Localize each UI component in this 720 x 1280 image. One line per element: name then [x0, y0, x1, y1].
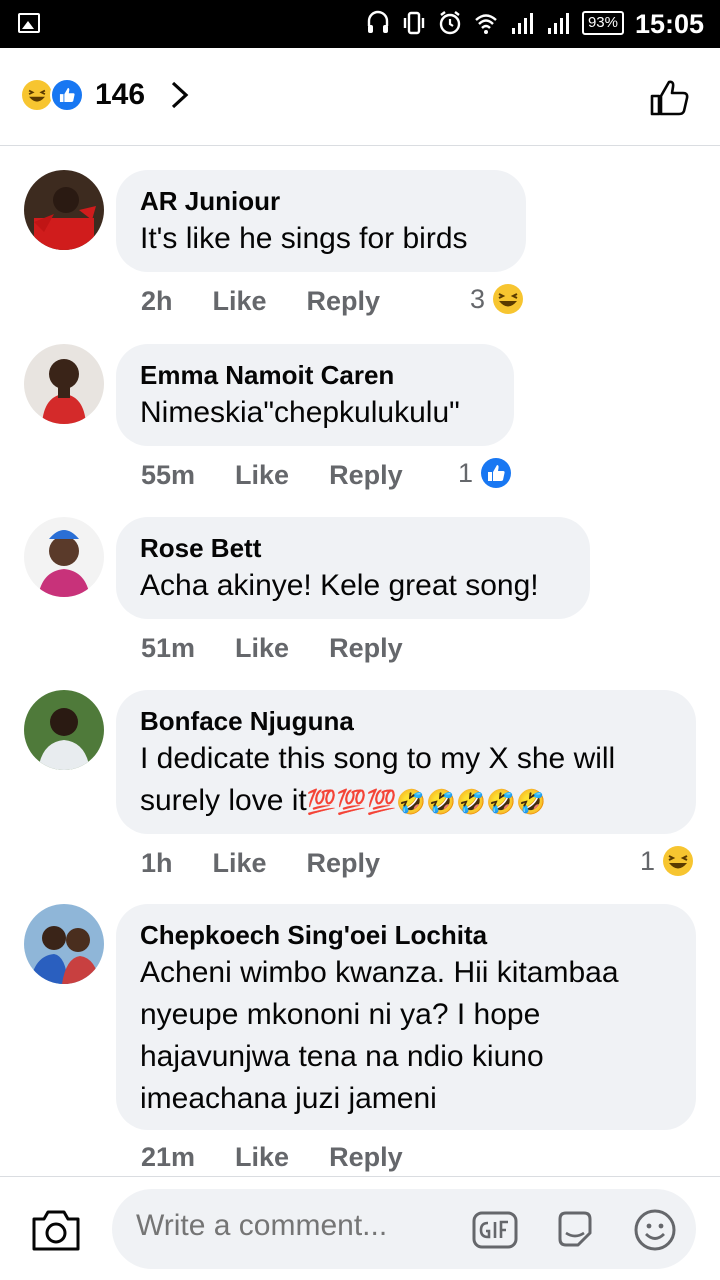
screen: 93% 15:05 146 AR Juniour It's like he si… — [0, 0, 720, 1280]
comment-author[interactable]: AR Juniour — [140, 184, 502, 218]
comment-time[interactable]: 1h — [141, 848, 173, 879]
comment-text: Nimeskia"chepkulukulu" — [140, 396, 460, 429]
rofl-emoji: 🤣 — [486, 789, 516, 816]
comment-text: It's like he sings for birds — [140, 222, 468, 255]
signal-icon-2 — [547, 13, 569, 34]
comment-text-line: hajavunjwa tena na ndio kiuno — [140, 1040, 544, 1073]
hundred-points-emoji: 💯 — [336, 789, 367, 816]
avatar[interactable] — [24, 344, 104, 424]
status-bar: 93% 15:05 — [0, 0, 720, 48]
like-action[interactable]: Like — [235, 633, 289, 664]
rofl-emoji: 🤣 — [396, 789, 427, 816]
comment-input[interactable] — [136, 1209, 456, 1243]
comment-text-fragment: surely love it — [140, 784, 307, 817]
comment-bubble[interactable]: AR Juniour It's like he sings for birds — [116, 170, 526, 272]
gif-icon[interactable] — [472, 1207, 518, 1253]
reply-action[interactable]: Reply — [307, 286, 381, 317]
comment-text-line: I dedicate this song to my X she will — [140, 742, 616, 775]
comment-actions: 1h Like Reply — [141, 848, 380, 879]
haha-emoji-icon — [493, 284, 524, 314]
reaction-count[interactable]: 146 — [95, 78, 145, 112]
comment-text-line: nyeupe mkononi ni ya? I hope — [140, 998, 541, 1031]
comment-author[interactable]: Chepkoech Sing'oei Lochita — [140, 918, 672, 952]
reactions-summary[interactable] — [20, 78, 88, 112]
gallery-notification-icon — [18, 13, 40, 33]
like-emoji-icon — [50, 78, 84, 112]
haha-emoji-icon — [663, 846, 694, 876]
hundred-points-emoji: 💯 — [306, 789, 337, 816]
comment-reaction[interactable]: 1 — [458, 456, 513, 490]
comment-bubble[interactable]: Rose Bett Acha akinye! Kele great song! — [116, 517, 590, 619]
alarm-icon — [439, 11, 461, 35]
haha-emoji-icon — [20, 78, 54, 112]
vibrate-icon — [403, 11, 425, 35]
comment-time[interactable]: 51m — [141, 633, 195, 664]
comment-text-line: imeachana juzi jameni — [140, 1082, 437, 1115]
status-icons: 93% — [366, 10, 624, 36]
avatar[interactable] — [24, 517, 104, 597]
reply-action[interactable]: Reply — [329, 1142, 403, 1173]
comment-time[interactable]: 55m — [141, 460, 195, 491]
like-emoji-icon — [481, 458, 512, 488]
like-action[interactable]: Like — [213, 286, 267, 317]
like-action[interactable]: Like — [213, 848, 267, 879]
hundred-points-emoji: 💯 — [366, 789, 397, 816]
comment-reaction[interactable]: 3 — [470, 282, 525, 316]
comment-actions: 21m Like Reply — [141, 1142, 403, 1173]
chevron-right-icon[interactable] — [168, 78, 192, 112]
comment-bubble[interactable]: Bonface Njuguna I dedicate this song to … — [116, 690, 696, 834]
clock: 15:05 — [634, 9, 704, 39]
wifi-icon — [475, 14, 497, 34]
comment-text: Acha akinye! Kele great song! — [140, 569, 539, 602]
camera-icon[interactable] — [30, 1207, 82, 1253]
comment-time[interactable]: 2h — [141, 286, 173, 317]
battery-indicator: 93% — [581, 11, 624, 35]
reaction-count: 1 — [640, 845, 656, 876]
comment-text-line: Acheni wimbo kwanza. Hii kitambaa — [140, 956, 619, 989]
avatar[interactable] — [24, 690, 104, 770]
reply-action[interactable]: Reply — [329, 460, 403, 491]
rofl-emoji: 🤣 — [456, 789, 487, 816]
avatar[interactable] — [24, 170, 104, 250]
comment-time[interactable]: 21m — [141, 1142, 195, 1173]
rofl-emoji: 🤣 — [426, 789, 457, 816]
comment-actions: 51m Like Reply — [141, 633, 403, 664]
comment-bubble[interactable]: Emma Namoit Caren Nimeskia"chepkulukulu" — [116, 344, 514, 446]
emoji-icon[interactable] — [632, 1207, 678, 1253]
comment-author[interactable]: Emma Namoit Caren — [140, 358, 490, 392]
like-action[interactable]: Like — [235, 1142, 289, 1173]
like-action[interactable]: Like — [235, 460, 289, 491]
sticker-icon[interactable] — [552, 1207, 598, 1253]
comment-actions: 2h Like Reply — [141, 286, 380, 317]
comment-author[interactable]: Rose Bett — [140, 531, 566, 565]
comment-reaction[interactable]: 1 — [640, 844, 695, 878]
reaction-count: 3 — [470, 283, 486, 314]
comment-author[interactable]: Bonface Njuguna — [140, 704, 672, 738]
reply-action[interactable]: Reply — [329, 633, 403, 664]
comment-emojis: 💯💯💯🤣🤣🤣🤣🤣 — [307, 784, 546, 817]
comment-bubble[interactable]: Chepkoech Sing'oei Lochita Acheni wimbo … — [116, 904, 696, 1130]
signal-icon-1 — [511, 13, 533, 34]
headset-icon — [367, 10, 389, 33]
comment-actions: 55m Like Reply — [141, 460, 403, 491]
comment-composer — [0, 1176, 720, 1280]
reply-action[interactable]: Reply — [307, 848, 381, 879]
comment-input-container[interactable] — [112, 1189, 696, 1269]
comment-text-line: surely love it💯💯💯🤣🤣🤣🤣🤣 — [140, 780, 672, 824]
avatar[interactable] — [24, 904, 104, 984]
reaction-count: 1 — [458, 457, 474, 488]
reactions-header: 146 — [0, 48, 720, 146]
rofl-emoji: 🤣 — [515, 789, 546, 816]
like-button-icon[interactable] — [648, 76, 692, 120]
